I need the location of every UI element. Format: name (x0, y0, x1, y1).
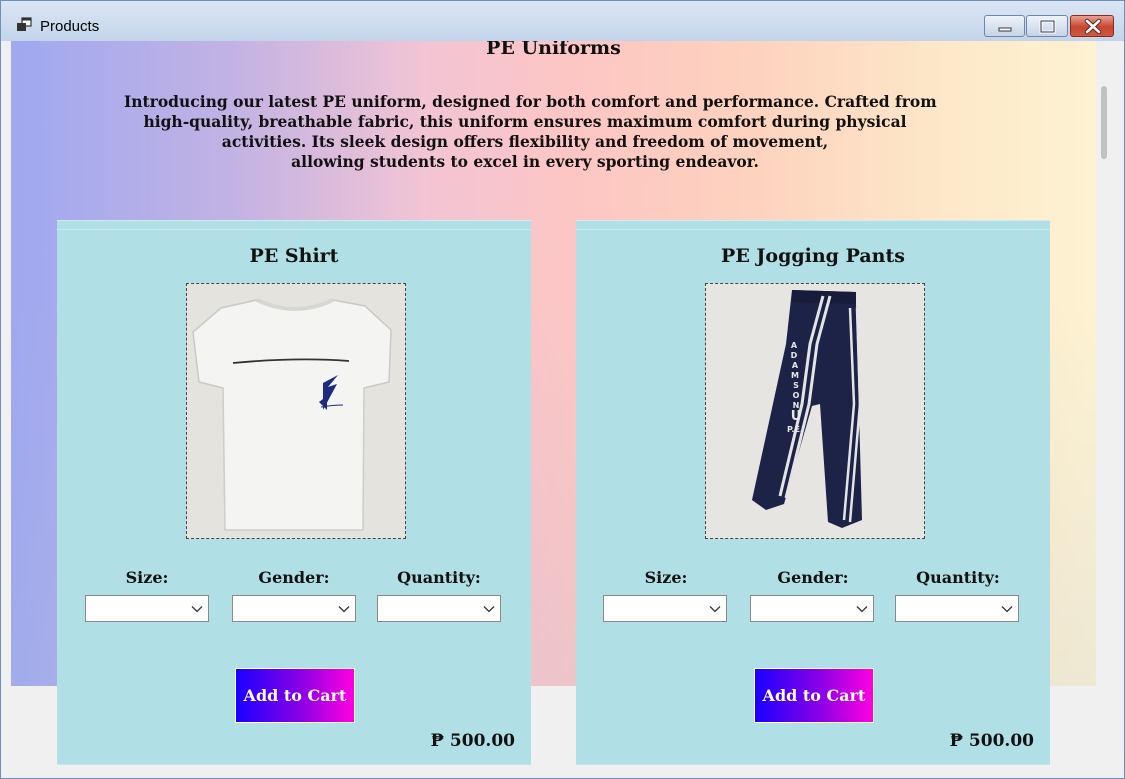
gender-dropdown[interactable] (750, 595, 874, 622)
intro-text: Introducing our latest PE uniform, desig… (124, 92, 937, 172)
navy-jogging-pants-photo: A D A M S O N U P.E. (705, 283, 925, 539)
add-to-cart-button[interactable]: Add to Cart (754, 668, 874, 723)
quantity-dropdown[interactable] (377, 595, 501, 622)
size-dropdown[interactable] (85, 595, 209, 622)
product-title: PE Shirt (249, 245, 339, 267)
gender-label: Gender: (258, 568, 330, 587)
products-window: Products PE Uniforms Introducing our lat… (0, 0, 1125, 779)
product-title: PE Jogging Pants (721, 245, 905, 267)
product-card-pe-jogging-pants: PE Jogging Pants A D A M S O N U P.E. Si… (576, 220, 1050, 765)
pants-print-letter: D (791, 351, 798, 360)
title-bar[interactable]: Products (1, 1, 1124, 41)
vertical-scrollbar[interactable] (1096, 41, 1114, 773)
size-label: Size: (125, 568, 169, 587)
size-label: Size: (644, 568, 688, 587)
pants-print-letter: M (791, 371, 799, 380)
quantity-label: Quantity: (916, 568, 1000, 587)
window-title: Products (40, 18, 100, 35)
pants-print-letter: A (792, 361, 799, 370)
chevron-down-icon (483, 606, 495, 613)
pants-print-letter: P.E. (787, 425, 803, 434)
pants-print-letter: A (791, 341, 798, 350)
app-window-icon (17, 17, 32, 31)
pants-print-letter: O (793, 391, 800, 400)
content-area: PE Uniforms Introducing our latest PE un… (11, 41, 1096, 773)
minimize-icon (998, 27, 1012, 32)
intro-line: Introducing our latest PE uniform, desig… (124, 92, 937, 111)
white-pe-shirt-photo (186, 283, 406, 539)
product-price: ₱ 500.00 (949, 731, 1034, 751)
chevron-down-icon (338, 606, 350, 613)
quantity-dropdown[interactable] (895, 595, 1019, 622)
pants-print-letter: U (791, 409, 802, 424)
intro-line: activities. Its sleek design offers flex… (221, 132, 829, 151)
pants-print-letter: S (793, 381, 799, 390)
maximize-icon (1039, 19, 1056, 34)
chevron-down-icon (856, 606, 868, 613)
product-price: ₱ 500.00 (430, 731, 515, 751)
gender-label: Gender: (777, 568, 849, 587)
chevron-down-icon (1001, 606, 1013, 613)
gender-dropdown[interactable] (232, 595, 356, 622)
chevron-down-icon (191, 606, 203, 613)
chevron-down-icon (709, 606, 721, 613)
page-title: PE Uniforms (486, 41, 621, 59)
add-to-cart-button[interactable]: Add to Cart (235, 668, 355, 723)
close-icon (1084, 18, 1102, 35)
minimize-button[interactable] (984, 15, 1025, 37)
scrollbar-thumb[interactable] (1101, 86, 1107, 159)
maximize-button[interactable] (1026, 15, 1068, 37)
close-button[interactable] (1070, 15, 1114, 37)
product-card-pe-shirt: PE Shirt Size: Gender: Quantity: Add to … (57, 220, 531, 765)
intro-line: high-quality, breathable fabric, this un… (143, 112, 907, 131)
size-dropdown[interactable] (603, 595, 727, 622)
quantity-label: Quantity: (397, 568, 481, 587)
intro-line: allowing students to excel in every spor… (291, 152, 759, 171)
